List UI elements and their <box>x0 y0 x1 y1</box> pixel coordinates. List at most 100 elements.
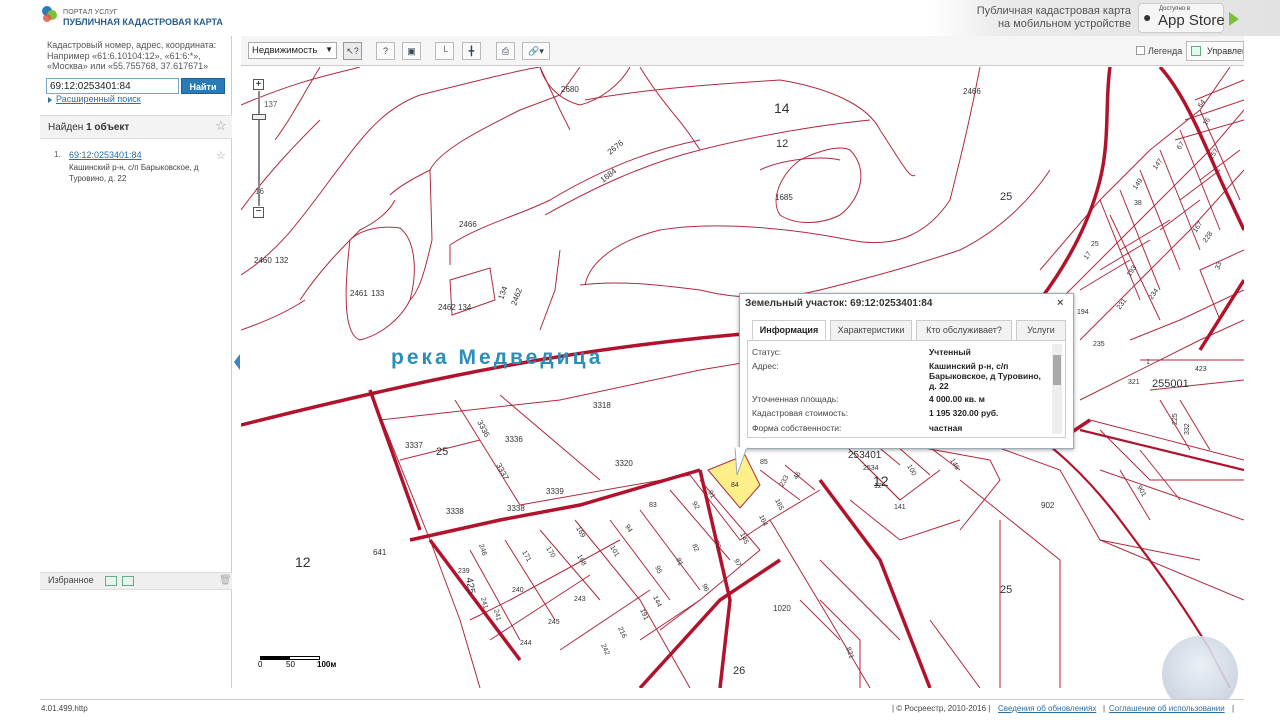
plot-label: 1684 <box>599 166 619 184</box>
trash-icon[interactable]: 🗑 <box>219 575 232 586</box>
chevron-down-icon: ▼ <box>325 45 333 54</box>
plot-label: 145 <box>738 532 749 546</box>
zoom-slider-thumb[interactable] <box>252 114 266 120</box>
google-play-icon[interactable] <box>1229 12 1239 26</box>
tab-services[interactable]: Услуги <box>1016 320 1066 340</box>
prop-value: Кашинский р-н, с/п Барыковское, д Турови… <box>929 361 1041 391</box>
advanced-search-link[interactable]: Расширенный поиск <box>56 94 141 104</box>
identify-tool-icon[interactable]: ? <box>376 42 395 60</box>
logo-small-text: ПОРТАЛ УСЛУГ <box>63 9 118 16</box>
plot-label: 235 <box>1093 341 1105 348</box>
expand-triangle-icon <box>48 97 52 103</box>
plot-label: 191 <box>638 608 649 622</box>
favorite-star-icon[interactable]: ☆ <box>215 118 227 134</box>
legend-checkbox[interactable] <box>1136 46 1145 55</box>
favorites-label[interactable]: Избранное <box>48 575 94 585</box>
tab-who-serves[interactable]: Кто обслуживает? <box>916 320 1012 340</box>
plot-label: 165 <box>773 498 784 512</box>
popup-scrollbar-thumb[interactable] <box>1053 355 1061 385</box>
plot-label: 255001 <box>1152 378 1189 390</box>
plot-label: 3337 <box>405 441 423 450</box>
plot-label: 167 <box>1192 220 1204 234</box>
copyright-text: | © Росреестр, 2010-2016 | <box>892 704 991 713</box>
tab-characteristics[interactable]: Характеристики <box>830 320 912 340</box>
terms-link[interactable]: Соглашение об использовании <box>1109 704 1225 713</box>
plot-label: 233 <box>779 474 791 488</box>
mobile-promo-text: Публичная кадастровая карта на мобильном… <box>976 5 1131 30</box>
scale-label: 0 <box>258 660 263 669</box>
favorites-export-icon[interactable] <box>122 576 134 586</box>
plot-label: 12 <box>295 554 311 570</box>
plot-label: 3339 <box>546 487 564 496</box>
plot-label: 25 <box>436 446 448 458</box>
plot-label: 147 <box>1152 157 1164 171</box>
result-star-icon[interactable]: ☆ <box>216 149 226 162</box>
prop-label: Форма собственности: <box>752 423 842 433</box>
select-cursor-tool-icon[interactable]: ↖? <box>343 42 362 60</box>
zoom-out-button[interactable]: − <box>253 207 264 218</box>
layers-icon <box>1191 46 1201 56</box>
plot-label: 169 <box>574 526 586 540</box>
prop-label: Кадастровая стоимость: <box>752 408 849 418</box>
plot-label: 141 <box>894 504 906 511</box>
plot-label: 100 <box>905 464 917 478</box>
updates-link[interactable]: Сведения об обновлениях <box>998 704 1096 713</box>
plot-label: 216 <box>616 626 627 640</box>
plot-label: 94 <box>623 524 633 534</box>
plot-label: 171 <box>520 550 532 564</box>
plot-label: 134 <box>496 285 509 301</box>
plot-label: 641 <box>373 548 387 557</box>
plot-label: 85 <box>760 459 768 466</box>
right-margin <box>1244 36 1280 720</box>
results-count-value: 1 объект <box>86 122 130 133</box>
logo-title[interactable]: ПУБЛИЧНАЯ КАДАСТРОВАЯ КАРТА <box>63 17 223 27</box>
plot-label: 133 <box>371 289 385 298</box>
plot-label: 33 <box>1214 261 1223 271</box>
plot-label: 81 <box>674 557 684 567</box>
result-link[interactable]: 69:12:0253401:84 <box>69 150 142 160</box>
zoom-in-button[interactable]: + <box>253 79 264 90</box>
plot-label: 332 <box>1184 423 1191 435</box>
plot-label: 25 <box>1091 241 1099 248</box>
plot-label: 1685 <box>775 193 793 202</box>
plot-label: 3338 <box>446 507 464 516</box>
layer-select[interactable]: Недвижимость ▼ <box>248 42 337 59</box>
plot-label: 425 <box>463 577 477 596</box>
search-button[interactable]: Найти <box>181 78 225 94</box>
popup-pointer <box>734 447 748 476</box>
plot-label: 3338 <box>507 504 525 513</box>
legend-label[interactable]: Легенда <box>1148 46 1182 56</box>
measure-area-icon[interactable]: ╋ <box>462 42 481 60</box>
plot-label: 901 <box>1135 485 1147 499</box>
river-name: река Медведица <box>391 346 603 369</box>
portal-logo-icon[interactable] <box>40 4 58 24</box>
plot-label: 168 <box>575 554 587 568</box>
footer-separator: | <box>1232 704 1235 713</box>
zoom-slider-track[interactable] <box>258 91 260 206</box>
version-text: 4.01.499.http <box>41 704 88 713</box>
prop-value: 4 000.00 кв. м <box>929 394 985 404</box>
link-icon[interactable]: 🔗▾ <box>522 42 550 60</box>
search-input[interactable] <box>46 78 179 94</box>
plot-label: 38 <box>1134 200 1142 207</box>
favorites-add-icon[interactable] <box>105 576 117 586</box>
plot-label: 95 <box>653 565 663 575</box>
prop-value: 1 195 320.00 руб. <box>929 408 999 418</box>
left-margin <box>0 36 40 720</box>
plot-label: 3318 <box>593 401 611 410</box>
measure-distance-icon[interactable]: └ <box>435 42 454 60</box>
print-icon[interactable]: ⎙ <box>496 42 515 60</box>
search-hint: Кадастровый номер, адрес, координата: На… <box>47 40 217 71</box>
info-tool-icon[interactable]: ▣ <box>402 42 421 60</box>
plot-label: 164 <box>757 514 768 528</box>
plot-label: 25 <box>1000 584 1012 596</box>
tab-info[interactable]: Информация <box>752 320 826 340</box>
plot-label: 92 <box>690 501 700 511</box>
close-icon[interactable]: × <box>1057 297 1063 309</box>
plot-label: 243 <box>574 596 586 603</box>
plot-label: 245 <box>548 619 560 626</box>
collapse-panel-icon[interactable] <box>234 354 240 370</box>
result-address: Кашинский р-н, с/п Барыковское, д Турови… <box>69 163 199 183</box>
plot-label: 246 <box>477 543 488 556</box>
plot-label: 240 <box>512 587 524 594</box>
